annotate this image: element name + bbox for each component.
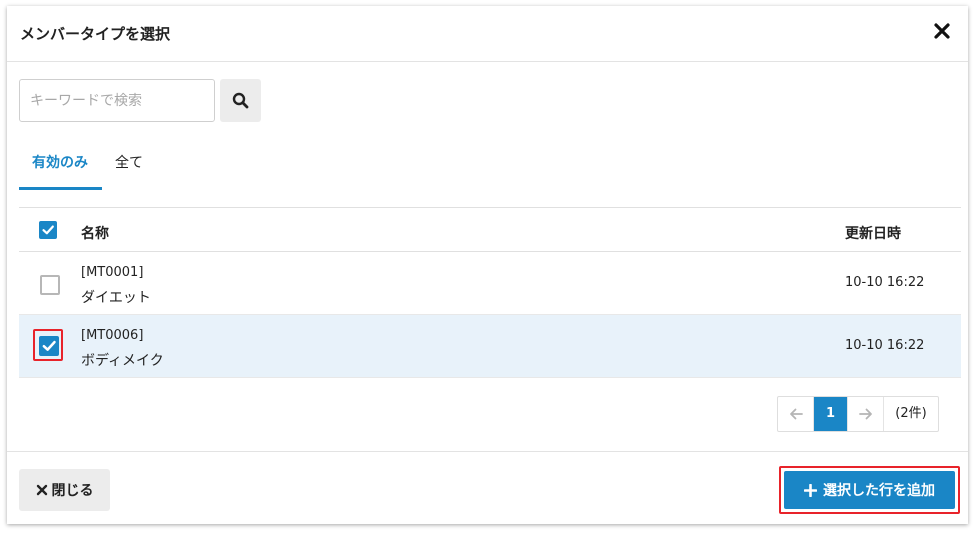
pagination: 1 (2件) — [777, 396, 939, 432]
search-icon — [232, 92, 249, 109]
close-icon — [36, 484, 47, 496]
table-header: 名称 更新日時 — [19, 207, 961, 252]
table-row[interactable]: [MT0001] ダイエット 10-10 16:22 — [19, 252, 961, 315]
active-tab-indicator — [19, 187, 102, 190]
close-footer-button[interactable]: 閉じる — [19, 469, 110, 511]
arrow-left-icon — [790, 408, 803, 420]
table-row-selected[interactable]: [MT0006] ボディメイク 10-10 16:22 — [19, 315, 961, 378]
select-all-checkbox[interactable] — [39, 221, 57, 239]
row-checkbox[interactable] — [40, 275, 60, 295]
close-footer-label: 閉じる — [51, 483, 94, 499]
prev-page-button[interactable] — [778, 397, 814, 431]
tab-all[interactable]: 全て — [115, 152, 143, 172]
dialog-title: メンバータイプを選択 — [20, 25, 171, 43]
add-selected-rows-button[interactable]: 選択した行を追加 — [784, 471, 955, 509]
result-count: (2件) — [895, 406, 927, 421]
column-header-updated: 更新日時 — [845, 226, 901, 242]
check-icon — [42, 340, 56, 351]
row-name: ボディメイク — [81, 353, 164, 369]
page-1-button[interactable]: 1 — [814, 397, 848, 431]
row-updated: 10-10 16:22 — [845, 338, 925, 353]
add-button-highlight: 選択した行を追加 — [779, 466, 960, 514]
arrow-right-icon — [859, 408, 872, 420]
check-icon — [42, 225, 54, 235]
tab-active-only[interactable]: 有効のみ — [32, 152, 88, 172]
close-button[interactable] — [930, 19, 954, 43]
dialog-header: メンバータイプを選択 — [7, 6, 968, 62]
member-type-dialog: メンバータイプを選択 有効のみ 全て 名称 更新日時 [MT0001 — [7, 6, 968, 524]
add-selected-rows-label: 選択した行を追加 — [823, 483, 935, 499]
next-page-button[interactable] — [848, 397, 884, 431]
dialog-footer: 閉じる 選択した行を追加 — [7, 451, 968, 524]
row-name: ダイエット — [81, 290, 151, 306]
row-checkbox[interactable] — [39, 336, 59, 356]
plus-icon — [804, 483, 817, 497]
row-code: [MT0001] — [81, 265, 144, 280]
column-header-name: 名称 — [81, 226, 109, 242]
close-icon — [934, 23, 950, 39]
row-updated: 10-10 16:22 — [845, 275, 925, 290]
search-button[interactable] — [220, 79, 261, 122]
search-input[interactable] — [19, 79, 215, 122]
row-code: [MT0006] — [81, 328, 144, 343]
